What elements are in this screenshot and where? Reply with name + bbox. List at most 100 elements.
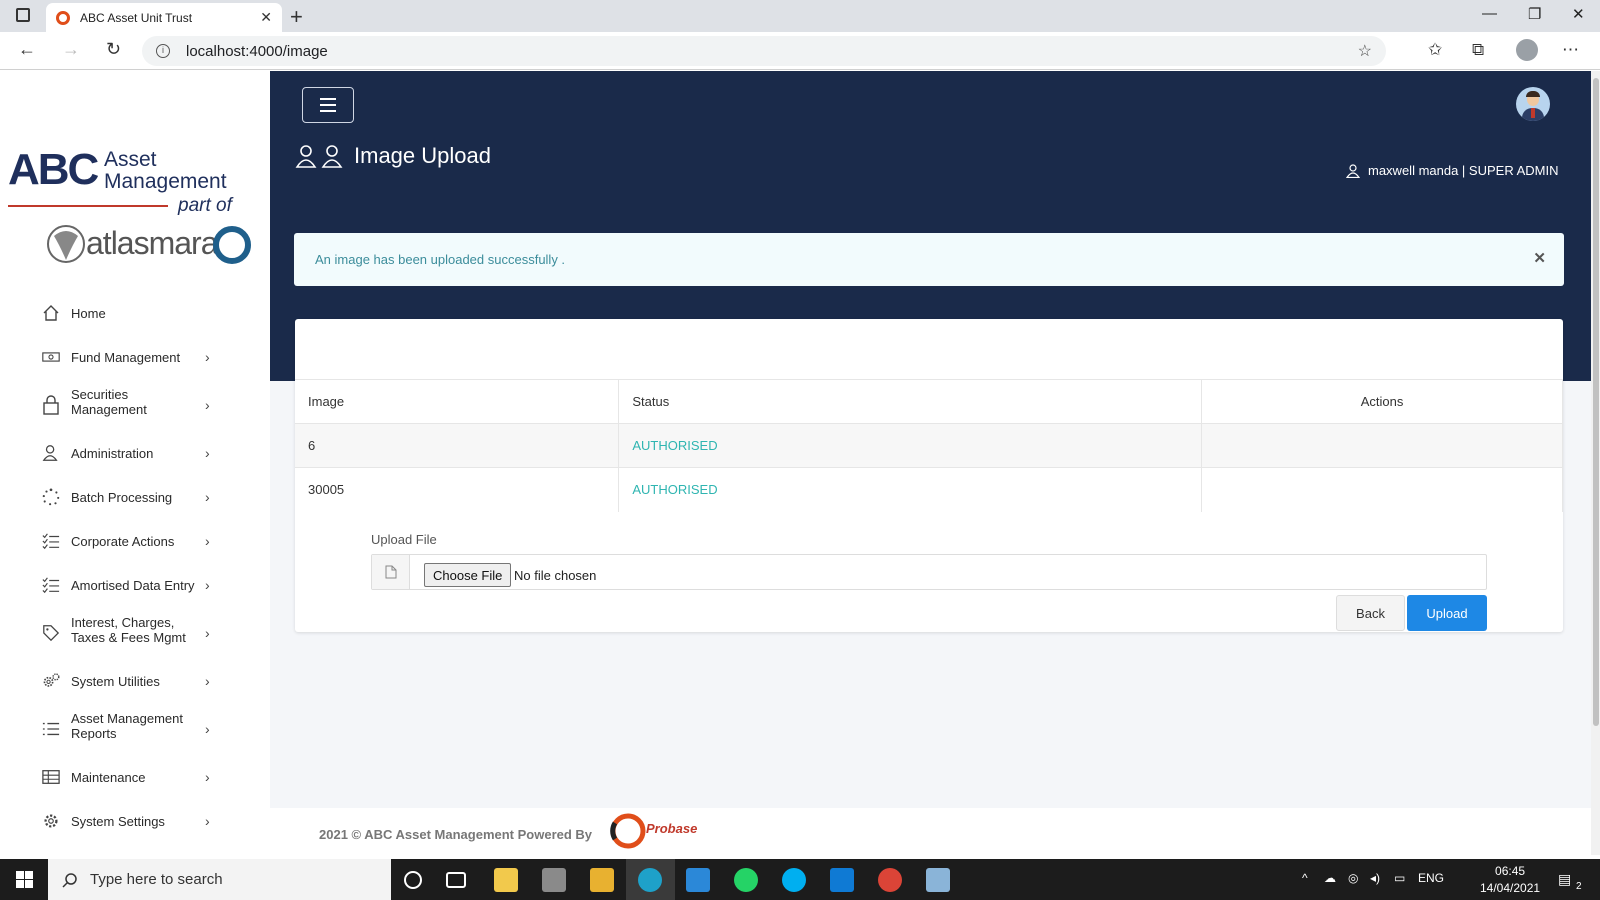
- vscode-icon[interactable]: [830, 868, 854, 892]
- sidebar-item-home[interactable]: Home: [0, 303, 270, 323]
- cortana-icon[interactable]: [404, 871, 422, 889]
- scrollbar-thumb[interactable]: [1593, 78, 1599, 726]
- probase-logo[interactable]: Probase: [608, 811, 702, 851]
- chevron-right-icon: ›: [205, 577, 210, 593]
- chevron-right-icon: ›: [205, 673, 210, 689]
- clock-time: 06:45: [1495, 864, 1526, 878]
- chevron-right-icon: ›: [205, 349, 210, 365]
- volume-icon[interactable]: ◂): [1370, 871, 1380, 885]
- minimize-icon[interactable]: —: [1482, 5, 1497, 22]
- add-favorite-icon[interactable]: ☆: [1358, 41, 1372, 61]
- images-table: Image Status Actions 6 AUTHORISED 30005 …: [295, 379, 1563, 512]
- back-arrow-icon[interactable]: ←: [18, 39, 36, 60]
- chevron-right-icon: ›: [205, 533, 210, 549]
- browser-titlebar: ABC Asset Unit Trust ✕ + — ❐ ✕: [0, 0, 1600, 32]
- tray-chevron-up-icon[interactable]: ^: [1302, 871, 1308, 885]
- refresh-icon[interactable]: ↻: [106, 39, 121, 60]
- success-alert: An image has been uploaded successfully …: [294, 233, 1564, 286]
- site-info-icon[interactable]: i: [156, 44, 170, 58]
- tab-actions-icon[interactable]: [16, 8, 30, 22]
- gears-icon: [42, 672, 60, 690]
- gear-icon: [42, 812, 60, 830]
- forward-arrow-icon[interactable]: →: [62, 39, 80, 60]
- back-button[interactable]: Back: [1336, 595, 1405, 631]
- mail-icon[interactable]: [686, 868, 710, 892]
- user-icon: [1346, 163, 1360, 178]
- sidebar-item-label: System Settings: [71, 813, 165, 829]
- sidebar-item-asset-management-reports[interactable]: Asset Management Reports ›: [0, 711, 270, 741]
- window-close-icon[interactable]: ✕: [1572, 5, 1585, 23]
- notification-icon[interactable]: ▤: [1558, 871, 1571, 888]
- upload-file-label: Upload File: [371, 532, 437, 547]
- sidebar-item-securities-management[interactable]: Securities Management ›: [0, 387, 270, 417]
- file-explorer-icon[interactable]: [494, 868, 518, 892]
- footer: 2021 © ABC Asset Management Powered By P…: [270, 808, 1591, 855]
- money-icon: [42, 348, 60, 366]
- spinner-icon: [42, 488, 60, 506]
- chrome-icon[interactable]: [878, 868, 902, 892]
- whatsapp-icon[interactable]: [734, 868, 758, 892]
- sidebar-item-label: Interest, Charges, Taxes & Fees Mgmt: [71, 615, 186, 645]
- sidebar-item-fund-management[interactable]: Fund Management ›: [0, 347, 270, 367]
- onedrive-icon[interactable]: ☁: [1324, 871, 1336, 885]
- taskbar-search[interactable]: Type here to search: [48, 859, 391, 900]
- restore-icon[interactable]: ❐: [1528, 5, 1541, 23]
- lock-icon: [42, 395, 60, 415]
- sidebar-item-label: Asset Management Reports: [71, 711, 184, 741]
- url-text[interactable]: localhost:4000/image: [186, 43, 328, 60]
- choose-file-button[interactable]: Choose File: [424, 563, 512, 587]
- sidebar-item-batch-processing[interactable]: Batch Processing ›: [0, 487, 270, 507]
- sidebar-item-corporate-actions[interactable]: Corporate Actions ›: [0, 531, 270, 551]
- browser-profile-icon[interactable]: [1516, 39, 1538, 61]
- home-icon: [42, 304, 60, 322]
- cell-image: 30005: [295, 467, 620, 512]
- notification-count: 2: [1576, 881, 1582, 892]
- browser-tab[interactable]: ABC Asset Unit Trust ✕: [46, 3, 282, 32]
- sidebar-item-maintenance[interactable]: Maintenance ›: [0, 767, 270, 787]
- store-icon[interactable]: [542, 868, 566, 892]
- column-header-status[interactable]: Status: [618, 379, 1203, 424]
- sidebar-item-system-settings[interactable]: System Settings ›: [0, 811, 270, 831]
- upload-button[interactable]: Upload: [1407, 595, 1487, 631]
- sidebar-item-label: Batch Processing: [71, 489, 173, 505]
- windows-taskbar: Type here to search ^ ☁ ◎ ◂) ▭ ENG 06:45…: [0, 859, 1600, 900]
- chevron-right-icon: ›: [205, 721, 210, 737]
- logo-management-text: Management: [104, 170, 227, 193]
- network-icon[interactable]: ◎: [1348, 871, 1358, 885]
- sidebar-item-system-utilities[interactable]: System Utilities ›: [0, 671, 270, 691]
- language-indicator[interactable]: ENG: [1418, 871, 1444, 885]
- sidebar-item-label: Maintenance: [71, 769, 146, 785]
- app-icon[interactable]: [926, 868, 950, 892]
- more-menu-icon[interactable]: ⋯: [1562, 40, 1579, 60]
- sidebar-item-amortised-data-entry[interactable]: Amortised Data Entry ›: [0, 575, 270, 595]
- avatar[interactable]: [1516, 87, 1550, 121]
- task-view-icon[interactable]: [446, 872, 466, 888]
- users-icon: [295, 145, 343, 168]
- chevron-right-icon: ›: [205, 769, 210, 785]
- cell-image: 6: [295, 423, 620, 468]
- favorites-icon[interactable]: ✩: [1428, 40, 1442, 60]
- collections-icon[interactable]: ⧉: [1472, 40, 1484, 60]
- checklist-icon: [42, 576, 60, 594]
- tab-close-icon[interactable]: ✕: [260, 9, 272, 26]
- app-icon[interactable]: [590, 868, 614, 892]
- list-icon: [42, 720, 60, 738]
- column-header-image[interactable]: Image: [295, 379, 620, 424]
- sidebar-toggle-button[interactable]: [302, 87, 354, 123]
- file-chosen-status: No file chosen: [514, 568, 597, 583]
- new-tab-icon[interactable]: +: [290, 4, 303, 30]
- skype-icon[interactable]: [782, 868, 806, 892]
- current-user: maxwell manda | SUPER ADMIN: [1346, 163, 1559, 178]
- sidebar-item-administration[interactable]: Administration ›: [0, 443, 270, 463]
- battery-icon[interactable]: ▭: [1394, 871, 1405, 885]
- sidebar-item-interest-charges[interactable]: Interest, Charges, Taxes & Fees Mgmt ›: [0, 615, 270, 645]
- file-input-group: Choose File No file chosen: [371, 554, 1487, 590]
- edge-icon[interactable]: [638, 868, 662, 892]
- table-header-row: Image Status Actions: [295, 379, 1563, 424]
- windows-start-icon[interactable]: [16, 871, 33, 888]
- address-bar[interactable]: i localhost:4000/image ☆: [142, 36, 1386, 66]
- page-title: Image Upload: [354, 143, 491, 168]
- current-user-label: maxwell manda | SUPER ADMIN: [1368, 163, 1559, 178]
- taskbar-clock[interactable]: 06:45 14/04/2021: [1480, 863, 1540, 897]
- alert-close-icon[interactable]: ✕: [1533, 249, 1546, 267]
